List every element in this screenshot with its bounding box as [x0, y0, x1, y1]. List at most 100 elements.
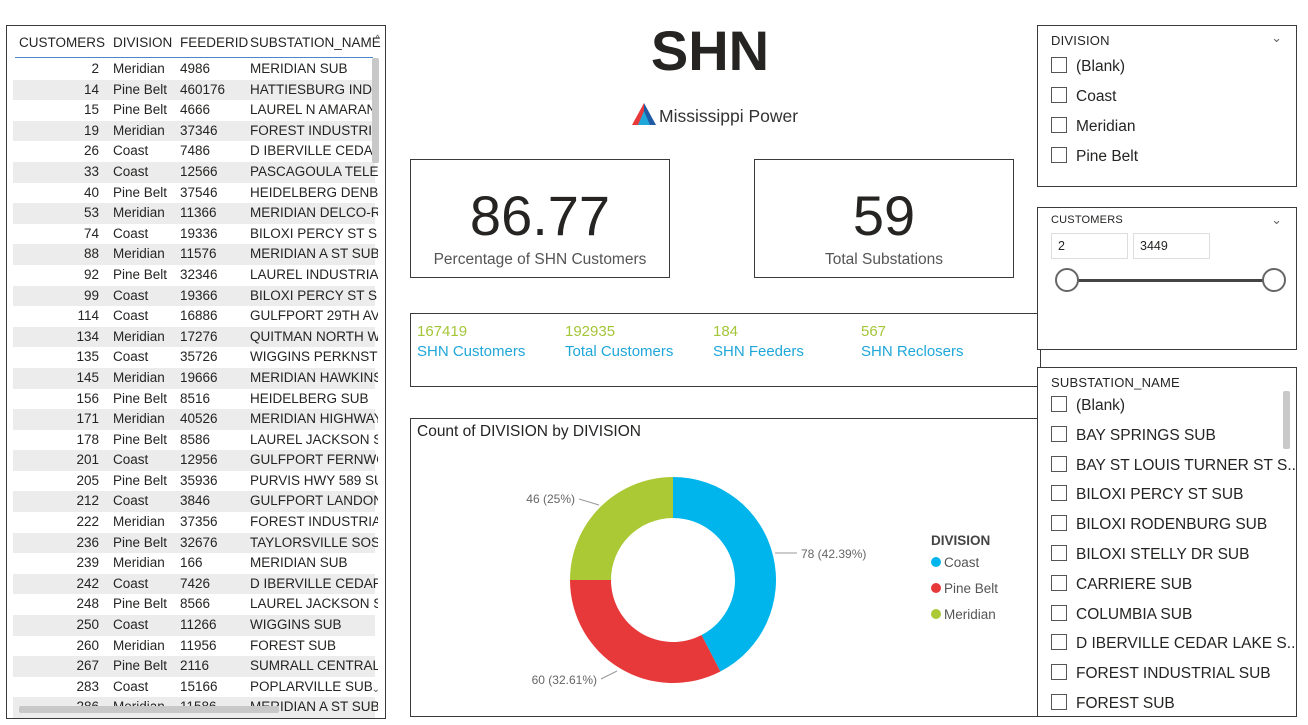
checkbox[interactable] — [1051, 694, 1067, 710]
checkbox[interactable] — [1051, 485, 1067, 502]
table-row[interactable]: 26 Coast 7486 D IBERVILLE CEDAR L — [13, 141, 378, 162]
slicer-option-meridian[interactable]: Meridian — [1051, 117, 1135, 139]
table-row[interactable]: 92 Pine Belt 32346 LAUREL INDUSTRIAL — [13, 265, 378, 286]
division-slicer[interactable]: DIVISION ⌄ (Blank) Coast Meridian Pine B… — [1037, 25, 1297, 187]
cell-substation-name: GULFPORT LANDON — [250, 493, 378, 509]
checkbox[interactable] — [1051, 634, 1067, 651]
table-row[interactable]: 267 Pine Belt 2116 SUMRALL CENTRAL S — [13, 656, 378, 677]
checkbox[interactable] — [1051, 604, 1067, 621]
donut-slice-meridian[interactable] — [570, 477, 673, 580]
customers-slicer[interactable]: CUSTOMERS ⌄ 2 3449 — [1037, 207, 1297, 350]
slicer-option[interactable]: BILOXI STELLY DR SUB — [1051, 545, 1249, 567]
table-row[interactable]: 178 Pine Belt 8586 LAUREL JACKSON ST — [13, 430, 378, 451]
checkbox[interactable] — [1051, 664, 1067, 681]
table-row[interactable]: 156 Pine Belt 8516 HEIDELBERG SUB — [13, 389, 375, 410]
cell-feederid: 3846 — [180, 493, 211, 509]
table-row[interactable]: 134 Meridian 17276 QUITMAN NORTH W — [13, 326, 378, 348]
table-row[interactable]: 239 Meridian 166 MERIDIAN SUB — [13, 553, 375, 574]
vertical-scrollbar[interactable] — [1283, 391, 1290, 449]
slicer-option-pine-belt[interactable]: Pine Belt — [1051, 147, 1138, 169]
checkbox[interactable] — [1051, 425, 1067, 442]
table-row[interactable]: 135 Coast 35726 WIGGINS PERKNST S — [13, 347, 378, 368]
slicer-option[interactable]: D IBERVILLE CEDAR LAKE S... — [1051, 634, 1296, 656]
table-row[interactable]: 242 Coast 7426 D IBERVILLE CEDAR L — [13, 573, 378, 595]
table-row[interactable]: 114 Coast 16886 GULFPORT 29TH AVE — [13, 306, 378, 327]
cell-substation-name: LAUREL JACKSON ST — [250, 596, 378, 612]
donut-chart[interactable]: 78 (42.39%)60 (32.61%)46 (25%)DIVISIONCo… — [411, 419, 1040, 716]
checkbox[interactable] — [1051, 545, 1067, 561]
slicer-option[interactable]: FOREST SUB — [1051, 694, 1175, 716]
checkbox[interactable] — [1051, 515, 1067, 532]
table-row[interactable]: 40 Pine Belt 37546 HEIDELBERG DENBUF — [13, 183, 378, 204]
table-row[interactable]: 19 Meridian 37346 FOREST INDUSTRIAL — [13, 120, 378, 142]
table-row[interactable]: 88 Meridian 11576 MERIDIAN A ST SUB — [13, 244, 378, 265]
range-slider-track[interactable] — [1068, 279, 1275, 282]
table-body: 2 Meridian 4986 MERIDIAN SUB 14 Pine Belt 4601… — [13, 59, 378, 718]
slicer-option-blank[interactable]: (Blank) — [1051, 57, 1125, 79]
checkbox[interactable] — [1051, 87, 1067, 103]
slicer-option[interactable]: BILOXI RODENBURG SUB — [1051, 515, 1267, 537]
slicer-option[interactable]: BAY ST LOUIS TURNER ST S... — [1051, 455, 1296, 478]
vertical-scrollbar[interactable] — [372, 58, 379, 163]
cell-feederid: 460176 — [180, 81, 226, 97]
cell-substation-name: MERIDIAN SUB — [250, 61, 348, 76]
data-table[interactable]: CUSTOMERS DIVISION FEEDERID SUBSTATION_N… — [6, 25, 386, 719]
range-slider-min-handle[interactable] — [1055, 268, 1079, 292]
table-row[interactable]: 53 Meridian 11366 MERIDIAN DELCO-RE — [13, 203, 378, 224]
cell-substation-name: WIGGINS PERKNST S — [250, 349, 378, 365]
table-row[interactable]: 283 Coast 15166 POPLARVILLE SUB — [13, 677, 375, 698]
range-min-input[interactable]: 2 — [1051, 233, 1128, 259]
table-row[interactable]: 2 Meridian 4986 MERIDIAN SUB — [13, 59, 375, 80]
table-row[interactable]: 205 Pine Belt 35936 PURVIS HWY 589 SUE — [13, 471, 378, 492]
table-row[interactable]: 15 Pine Belt 4666 LAUREL N AMARANT — [13, 100, 378, 121]
table-row[interactable]: 248 Pine Belt 8566 LAUREL JACKSON ST — [13, 594, 378, 615]
table-row[interactable]: 14 Pine Belt 460176 HATTIESBURG INDUS — [13, 79, 378, 101]
legend-item-label[interactable]: Pine Belt — [944, 581, 998, 596]
donut-chart-panel[interactable]: Count of DIVISION by DIVISION 78 (42.39%… — [410, 418, 1041, 717]
table-row[interactable]: 171 Meridian 40526 MERIDIAN HIGHWAY — [13, 409, 378, 430]
table-row[interactable]: 99 Coast 19366 BILOXI PERCY ST SUB — [13, 285, 378, 307]
checkbox[interactable] — [1051, 396, 1067, 412]
range-slider-max-handle[interactable] — [1262, 268, 1286, 292]
substation-slicer[interactable]: SUBSTATION_NAME (Blank) BAY SPRINGS SUB BA… — [1037, 367, 1297, 717]
table-row[interactable]: 74 Coast 19336 BILOXI PERCY ST SUB — [13, 224, 378, 245]
slicer-option[interactable]: (Blank) — [1051, 396, 1125, 418]
slicer-option[interactable]: FOREST INDUSTRIAL SUB — [1051, 664, 1271, 686]
table-row[interactable]: 212 Coast 3846 GULFPORT LANDON — [13, 491, 378, 513]
table-row[interactable]: 145 Meridian 19666 MERIDIAN HAWKINS — [13, 367, 378, 389]
column-header-feederid[interactable]: FEEDERID — [180, 35, 248, 50]
slicer-option[interactable]: BILOXI PERCY ST SUB — [1051, 485, 1243, 507]
scroll-down-icon[interactable]: ⌄ — [372, 684, 380, 695]
slicer-option[interactable]: CARRIERE SUB — [1051, 574, 1192, 597]
horizontal-scrollbar[interactable] — [19, 706, 279, 713]
option-label: Meridian — [1076, 118, 1136, 135]
column-header-substation-name[interactable]: SUBSTATION_NAME — [250, 35, 381, 50]
table-row[interactable]: 201 Coast 12956 GULFPORT FERNWOO — [13, 450, 378, 471]
cell-division: Meridian — [113, 411, 165, 427]
checkbox[interactable] — [1051, 574, 1067, 591]
column-header-customers[interactable]: CUSTOMERS — [19, 35, 105, 50]
scroll-up-icon[interactable]: ^ — [375, 34, 380, 45]
slicer-option[interactable]: BAY SPRINGS SUB — [1051, 425, 1216, 448]
column-header-division[interactable]: DIVISION — [113, 35, 172, 50]
slicer-option-coast[interactable]: Coast — [1051, 87, 1117, 109]
chevron-down-icon[interactable]: ⌄ — [1271, 30, 1282, 46]
table-row[interactable]: 222 Meridian 37356 FOREST INDUSTRIAL — [13, 512, 378, 533]
cell-division: Coast — [113, 349, 149, 365]
slicer-option[interactable]: COLUMBIA SUB — [1051, 604, 1192, 627]
checkbox[interactable] — [1051, 117, 1067, 133]
checkbox[interactable] — [1051, 57, 1067, 73]
table-row[interactable]: 260 Meridian 11956 FOREST SUB — [13, 636, 375, 657]
checkbox[interactable] — [1051, 455, 1067, 472]
table-row[interactable]: 250 Coast 11266 WIGGINS SUB — [13, 615, 375, 636]
legend-item-label[interactable]: Coast — [944, 555, 980, 570]
range-max-input[interactable]: 3449 — [1133, 233, 1210, 259]
kpi-label: SHN Reclosers — [861, 343, 964, 360]
cell-division: Meridian — [113, 514, 165, 530]
table-row[interactable]: 33 Coast 12566 PASCAGOULA TELEPH — [13, 161, 378, 183]
checkbox[interactable] — [1051, 147, 1067, 163]
chevron-down-icon[interactable]: ⌄ — [1271, 212, 1282, 228]
legend-item-label[interactable]: Meridian — [944, 607, 996, 622]
donut-slice-pine-belt[interactable] — [570, 580, 721, 683]
table-row[interactable]: 236 Pine Belt 32676 TAYLORSVILLE SOSO — [13, 532, 378, 554]
